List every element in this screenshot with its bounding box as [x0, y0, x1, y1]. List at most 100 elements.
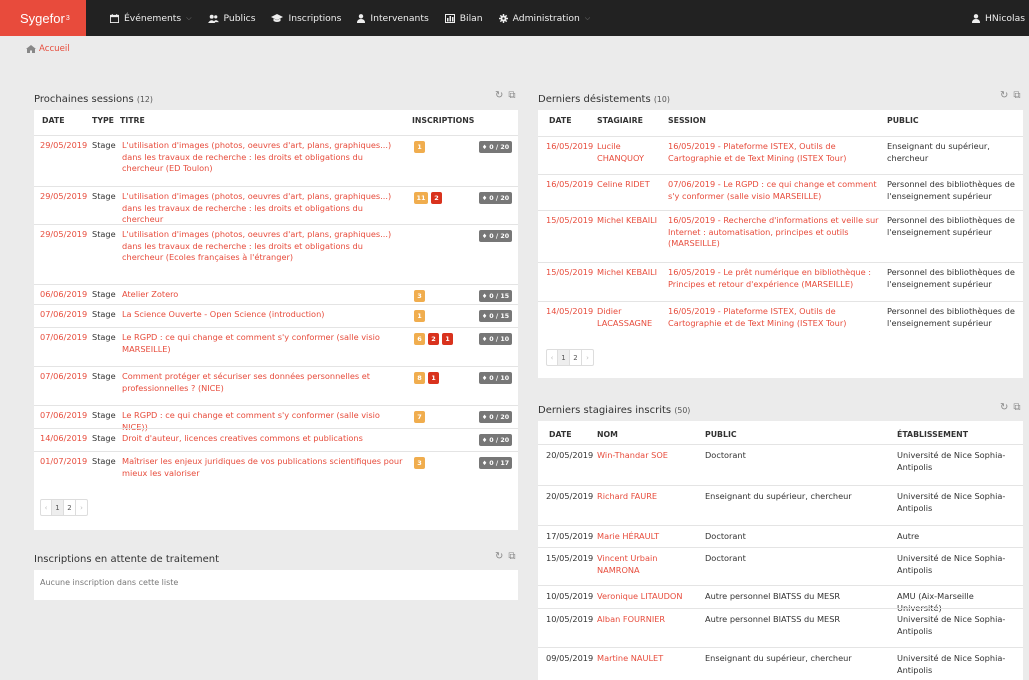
- session-title-link[interactable]: Comment protéger et sécuriser ses donnée…: [122, 371, 404, 394]
- session-title-link[interactable]: L'utilisation d'images (photos, oeuvres …: [122, 140, 404, 175]
- trainee-public: Autre personnel BIATSS du MESR: [705, 591, 841, 601]
- brand-name: Sygefor: [20, 10, 65, 26]
- desist-date: 15/05/2019: [546, 215, 594, 225]
- refresh-icon[interactable]: ↻: [495, 551, 503, 562]
- desist-session-link[interactable]: 07/06/2019 - Le RGPD : ce qui change et …: [668, 179, 882, 202]
- pager-page-2[interactable]: 2: [570, 350, 582, 365]
- pager-page-2[interactable]: 2: [64, 500, 76, 515]
- desist-date: 16/05/2019: [546, 141, 594, 151]
- sessions-panel-title: Prochaines sessions (12): [34, 94, 153, 105]
- pager-next[interactable]: ›: [582, 350, 593, 365]
- brand-superscript: 3: [65, 14, 70, 22]
- desist-trainee-link[interactable]: Lucile CHANQUOY: [597, 141, 663, 164]
- nav-intervenants[interactable]: Intervenants: [357, 12, 429, 24]
- capacity-value: 0 / 20: [489, 194, 510, 202]
- graduation-cap-icon: [271, 13, 284, 22]
- trainees-count: (50): [674, 406, 691, 415]
- trainee-name-link[interactable]: Vincent Urbain NAMRONA: [597, 553, 697, 576]
- capacity-badge: ♦ 0 / 17: [479, 457, 512, 469]
- external-link-icon[interactable]: ⧉: [1013, 90, 1020, 101]
- table-row: 15/05/2019 Michel KEBAILI 16/05/2019 - Le …: [538, 262, 1023, 301]
- col-header-stagiaire: STAGIAIRE: [597, 116, 643, 125]
- external-link-icon[interactable]: ⧉: [1013, 402, 1020, 413]
- session-title-link[interactable]: L'utilisation d'images (photos, oeuvres …: [122, 229, 404, 264]
- capacity-badge: ♦ 0 / 20: [479, 230, 512, 242]
- user-menu[interactable]: HNicolas: [972, 0, 1025, 36]
- session-date: 29/05/2019: [40, 229, 88, 239]
- inscription-count-badge[interactable]: 2: [428, 333, 439, 345]
- session-title-link[interactable]: Le RGPD : ce qui change et comment s'y c…: [122, 332, 404, 355]
- nav-inscriptions-label: Inscriptions: [288, 12, 342, 24]
- inscription-count-badge[interactable]: 11: [414, 192, 428, 204]
- capacity-badge: ♦ 0 / 20: [479, 141, 512, 153]
- inscription-count-badge[interactable]: 6: [414, 333, 425, 345]
- nav-administration[interactable]: Administration ⌵: [498, 12, 590, 24]
- col-header-titre: TITRE: [120, 116, 145, 125]
- trainee-name-link[interactable]: Win-Thandar SOE: [597, 450, 697, 462]
- trainee-date: 20/05/2019: [546, 450, 594, 460]
- inscription-count-badge[interactable]: 1: [442, 333, 453, 345]
- inscription-count-badge[interactable]: 2: [431, 192, 442, 204]
- trainee-name-link[interactable]: Martine NAULET: [597, 653, 697, 665]
- refresh-icon[interactable]: ↻: [1000, 402, 1008, 413]
- trainee-name-link[interactable]: Richard FAURE: [597, 491, 697, 503]
- trainee-date: 17/05/2019: [546, 531, 594, 541]
- brand-logo[interactable]: Sygefor 3: [0, 0, 86, 36]
- session-title-link[interactable]: L'utilisation d'images (photos, oeuvres …: [122, 191, 404, 226]
- session-title-link[interactable]: La Science Ouverte - Open Science (intro…: [122, 309, 404, 321]
- bar-chart-icon: [444, 13, 455, 23]
- trainee-name-link[interactable]: Marie HÉRAULT: [597, 531, 697, 543]
- desist-session-link[interactable]: 16/05/2019 - Plateforme ISTEX, Outils de…: [668, 306, 882, 329]
- session-date: 07/06/2019: [40, 410, 88, 420]
- pager-next[interactable]: ›: [76, 500, 87, 515]
- pager-page-1[interactable]: 1: [52, 500, 64, 515]
- nav-administration-label: Administration: [512, 12, 580, 24]
- desist-date: 14/05/2019: [546, 306, 594, 316]
- nav-evenements[interactable]: Événements ⌵: [110, 13, 192, 24]
- desist-trainee-link[interactable]: Celine RIDET: [597, 179, 663, 191]
- inscription-count-badge[interactable]: 8: [414, 372, 425, 384]
- refresh-icon[interactable]: ↻: [495, 90, 503, 101]
- col-header-public: PUBLIC: [705, 430, 737, 439]
- inscription-count-badge[interactable]: 1: [428, 372, 439, 384]
- nav-bilan[interactable]: Bilan: [444, 13, 483, 24]
- nav-inscriptions[interactable]: Inscriptions: [271, 13, 341, 24]
- trainee-name-link[interactable]: Veronique LITAUDON: [597, 591, 697, 603]
- col-header-nom: NOM: [597, 430, 618, 439]
- desist-date: 15/05/2019: [546, 267, 594, 277]
- desist-count: (10): [653, 95, 670, 104]
- inscription-count-badge[interactable]: 1: [414, 141, 425, 153]
- user-icon: [972, 13, 981, 23]
- session-title-link[interactable]: Atelier Zotero: [122, 289, 404, 301]
- desist-session-link[interactable]: 16/05/2019 - Recherche d'informations et…: [668, 215, 882, 250]
- desist-session-link[interactable]: 16/05/2019 - Plateforme ISTEX, Outils de…: [668, 141, 882, 164]
- breadcrumb[interactable]: Accueil: [26, 44, 70, 54]
- pager-prev[interactable]: ‹: [41, 500, 52, 515]
- session-type: Stage: [92, 229, 116, 239]
- pending-panel-title: Inscriptions en attente de traitement: [34, 554, 219, 565]
- inscription-count-badge[interactable]: 1: [414, 310, 425, 322]
- inscription-count-badge[interactable]: 3: [414, 457, 425, 469]
- inscription-count-badge[interactable]: 7: [414, 411, 425, 423]
- desist-trainee-link[interactable]: Michel KEBAILI: [597, 267, 663, 279]
- inscription-count-badge[interactable]: 3: [414, 290, 425, 302]
- table-row: 20/05/2019 Win-Thandar SOE Doctorant Univer…: [538, 444, 1023, 485]
- trainee-establishment: Université de Nice Sophia-Antipolis: [897, 553, 1006, 575]
- desist-trainee-link[interactable]: Michel KEBAILI: [597, 215, 663, 227]
- session-type: Stage: [92, 140, 116, 150]
- pager-prev[interactable]: ‹: [547, 350, 558, 365]
- external-link-icon[interactable]: ⧉: [508, 551, 515, 562]
- breadcrumb-home-link[interactable]: Accueil: [39, 44, 70, 54]
- trainee-name-link[interactable]: Alban FOURNIER: [597, 614, 697, 626]
- capacity-value: 0 / 10: [489, 335, 510, 343]
- external-link-icon[interactable]: ⧉: [508, 90, 515, 101]
- desist-trainee-link[interactable]: Didier LACASSAGNE: [597, 306, 663, 329]
- desist-session-link[interactable]: 16/05/2019 - Le prêt numérique en biblio…: [668, 267, 882, 290]
- pager-page-1[interactable]: 1: [558, 350, 570, 365]
- nav-publics[interactable]: Publics: [207, 13, 255, 24]
- nav-intervenants-label: Intervenants: [370, 12, 429, 24]
- refresh-icon[interactable]: ↻: [1000, 90, 1008, 101]
- session-title-link[interactable]: Droit d'auteur, licences creatives commo…: [122, 433, 404, 445]
- male-icon: ♦: [481, 374, 488, 382]
- session-title-link[interactable]: Maîtriser les enjeux juridiques de vos p…: [122, 456, 404, 479]
